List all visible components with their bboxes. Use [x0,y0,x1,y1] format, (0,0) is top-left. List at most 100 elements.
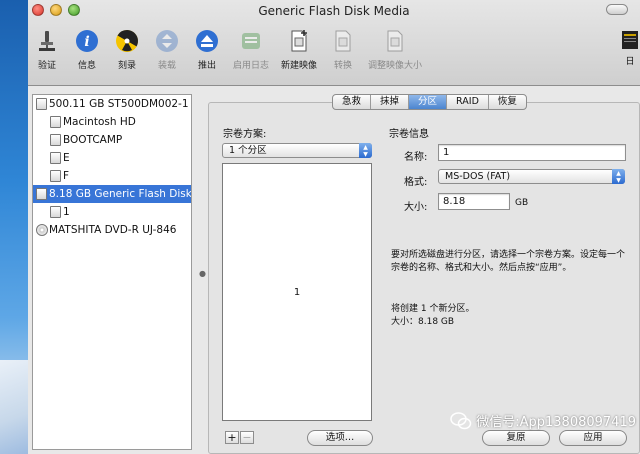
partition-instruction-text: 要对所选磁盘进行分区，请选择一个宗卷方案。设定每一个宗卷的名称、格式和大小。然后… [391,250,626,273]
tab-partition[interactable]: 分区 [409,95,448,109]
disk-item-dvd-drive[interactable]: MATSHITA DVD-R UJ-846 [33,221,191,239]
volume-icon [50,152,61,164]
desktop-background [0,0,30,454]
toolbar-new-image-label: 新建映像 [280,61,317,71]
info-icon: i [74,28,100,54]
watermark-text: 微信号:App13808097419 [476,415,636,430]
partition-layout-view[interactable]: 1 [222,163,372,421]
options-button[interactable]: 选项… [307,430,373,446]
toolbar-verify-label: 验证 [37,61,56,71]
volume-scheme-value: 1 个分区 [229,145,267,156]
toolbar-convert-button[interactable]: 转换 [324,24,362,84]
toolbar-info-label: 信息 [77,61,96,71]
tab-first-aid[interactable]: 急救 [333,95,372,109]
volume-format-select[interactable]: MS-DOS (FAT) ▲ ▼ [438,169,625,184]
toolbar-toggle-button[interactable] [606,4,628,15]
partition-block[interactable]: 1 [223,164,371,420]
wechat-watermark: 微信号:App13808097419 [450,411,636,430]
desktop-wallpaper-wave [0,360,30,454]
splitter-handle-icon: ● [199,269,206,278]
convert-icon [330,28,356,54]
toolbar-log-button[interactable]: 日 [620,24,640,67]
volume-name-input[interactable]: 1 [438,144,626,161]
toolbar-eject-label: 推出 [197,61,216,71]
volume-item-bootcamp[interactable]: BOOTCAMP [33,131,191,149]
log-icon [238,28,264,54]
select-arrows-icon: ▲ ▼ [612,169,625,184]
disk-utility-window: Generic Flash Disk Media 验证 i 信息 刻录 装载 推… [28,0,640,454]
revert-button[interactable]: 复原 [482,430,550,446]
disk-item-label: MATSHITA DVD-R UJ-846 [49,224,177,236]
window-title: Generic Flash Disk Media [258,4,410,18]
toolbar-info-button[interactable]: i 信息 [68,24,106,84]
volume-item-label: Macintosh HD [63,116,136,128]
toolbar-enable-journaling-label: 启用日志 [232,61,269,71]
toolbar-resize-image-label: 调整映像大小 [367,61,422,71]
disk-item-flash-disk[interactable]: 8.18 GB Generic Flash Disk [33,185,191,203]
toolbar-mount-button[interactable]: 装载 [148,24,186,84]
volume-item-macintosh-hd[interactable]: Macintosh HD [33,113,191,131]
svg-text:i: i [84,34,89,50]
volume-item-label: E [63,152,70,164]
volume-icon [50,134,61,146]
main-panel: 宗卷方案: 1 个分区 ▲ ▼ 1 + − 选项… 宗卷信息 名称: 1 格式: … [208,94,640,454]
flash-disk-icon [36,188,47,200]
remove-partition-button[interactable]: − [240,431,254,444]
log-window-icon [621,30,639,50]
eject-icon [194,28,220,54]
tab-erase[interactable]: 抹掉 [371,95,410,109]
size-unit: GB [515,198,529,208]
hard-disk-icon [36,98,47,110]
toolbar-resize-image-button[interactable]: 调整映像大小 [364,24,426,84]
volume-item-label: BOOTCAMP [63,134,123,146]
toolbar-eject-button[interactable]: 推出 [188,24,226,84]
size-label: 大小: [404,202,428,213]
toolbar-burn-label: 刻录 [117,61,136,71]
tab-raid[interactable]: RAID [447,95,489,109]
toolbar-mount-label: 装载 [157,61,176,71]
partition-summary-count: 将创建 1 个新分区。 [391,304,475,314]
toolbar-verify-button[interactable]: 验证 [28,24,66,84]
volume-icon [50,206,61,218]
volume-item-1[interactable]: 1 [33,203,191,221]
disk-list: 500.11 GB ST500DM002-1 Macintosh HD BOOT… [32,94,192,450]
optical-disc-icon [36,224,48,236]
add-partition-button[interactable]: + [225,431,239,444]
burn-icon [114,28,140,54]
volume-item-e[interactable]: E [33,149,191,167]
volume-icon [50,116,61,128]
volume-item-label: F [63,170,70,182]
apply-button[interactable]: 应用 [559,430,627,446]
volume-size-input[interactable]: 8.18 [438,193,510,210]
format-label: 格式: [404,177,428,188]
volume-item-f[interactable]: F [33,167,191,185]
toolbar: 验证 i 信息 刻录 装载 推出 启用日志 新建映像 转换 调整映像大小 日 [28,24,640,84]
wechat-icon [450,411,472,429]
tab-restore[interactable]: 恢复 [489,95,526,109]
volume-scheme-label: 宗卷方案: [223,129,267,140]
partition-pane: 宗卷方案: 1 个分区 ▲ ▼ 1 + − 选项… 宗卷信息 名称: 1 格式: … [208,102,640,454]
toolbar-convert-label: 转换 [333,61,352,71]
volume-info-heading: 宗卷信息 [389,129,429,140]
disk-item-label: 8.18 GB Generic Flash Disk [49,188,191,200]
toolbar-enable-journaling-button[interactable]: 启用日志 [228,24,274,84]
tab-bar: 急救 抹掉 分区 RAID 恢复 [332,94,527,110]
microscope-icon [34,28,60,54]
sidebar-splitter[interactable]: ● [196,94,206,450]
mount-icon [154,28,180,54]
volume-item-label: 1 [63,206,70,218]
disk-item-500gb[interactable]: 500.11 GB ST500DM002-1 [33,95,191,113]
toolbar-new-image-button[interactable]: 新建映像 [276,24,322,84]
volume-icon [50,170,61,182]
resize-image-icon [382,28,408,54]
disk-item-label: 500.11 GB ST500DM002-1 [49,98,189,110]
title-bar: Generic Flash Disk Media 验证 i 信息 刻录 装载 推… [28,0,640,86]
new-image-icon [286,28,312,54]
partition-block-label: 1 [293,286,301,298]
select-arrows-icon: ▲ ▼ [359,143,372,158]
toolbar-burn-button[interactable]: 刻录 [108,24,146,84]
partition-summary-size: 大小：8.18 GB [391,317,455,327]
name-label: 名称: [404,152,428,163]
volume-format-value: MS-DOS (FAT) [445,171,511,182]
volume-scheme-select[interactable]: 1 个分区 ▲ ▼ [222,143,372,158]
